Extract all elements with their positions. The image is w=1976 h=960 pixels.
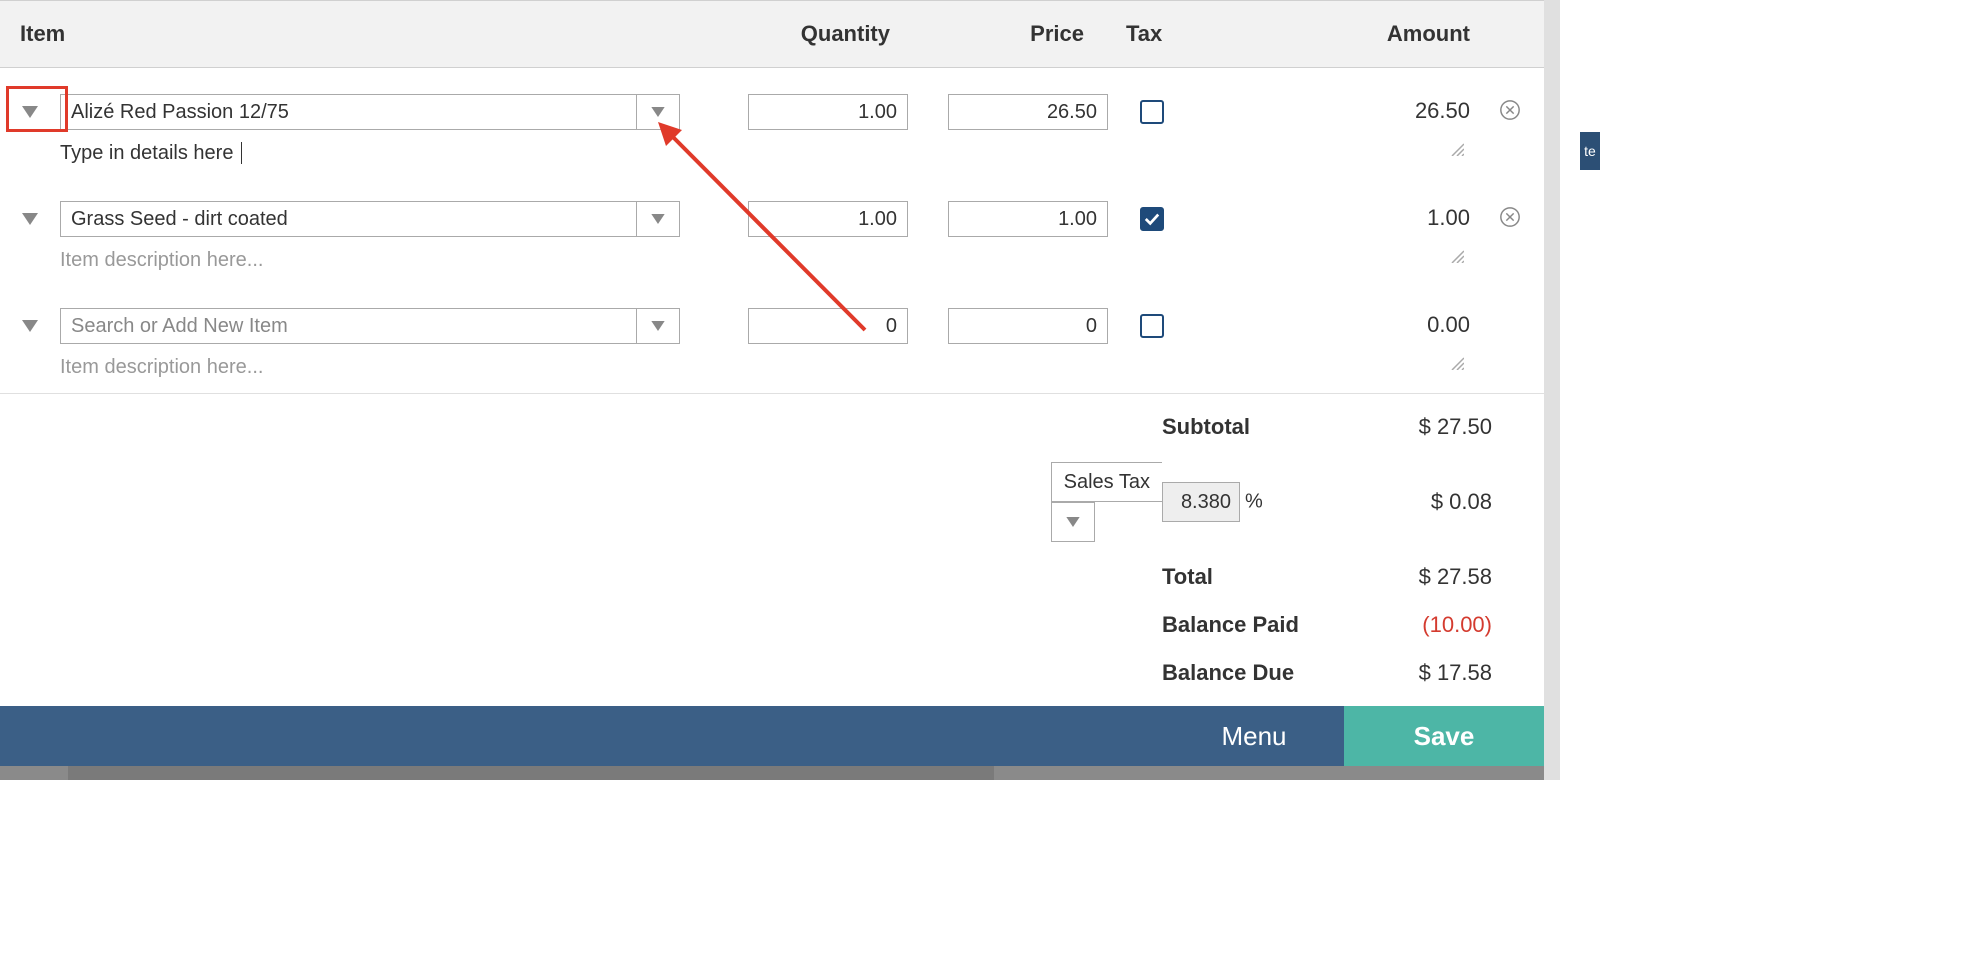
sales-tax-dropdown-button[interactable]: [1051, 502, 1095, 542]
tax-checkbox[interactable]: [1140, 100, 1164, 124]
chevron-down-icon: [651, 214, 665, 224]
balance-paid-value: (10.00): [1362, 612, 1492, 638]
header-tax: Tax: [1120, 21, 1240, 47]
line-amount: 1.00: [1240, 201, 1480, 231]
total-value: $ 27.58: [1362, 564, 1492, 590]
right-panel-tab[interactable]: te: [1580, 132, 1600, 170]
description-resize-handle[interactable]: [700, 247, 1484, 268]
triangle-down-icon: [22, 209, 38, 230]
item-dropdown-button[interactable]: [636, 94, 680, 130]
chevron-down-icon: [651, 107, 665, 117]
totals-section: Subtotal $ 27.50 Sales Tax % $ 0.08 Tota…: [0, 394, 1544, 706]
bottom-scrollbar[interactable]: [0, 766, 1544, 780]
balance-paid-label: Balance Paid: [1162, 612, 1362, 638]
tax-checkbox[interactable]: [1140, 207, 1164, 231]
tax-amount-value: $ 0.08: [1362, 489, 1492, 515]
sales-tax-dropdown[interactable]: Sales Tax: [1051, 462, 1162, 542]
delete-line-button[interactable]: [1499, 206, 1521, 233]
item-name-input[interactable]: [60, 94, 636, 130]
balance-due-value: $ 17.58: [1362, 660, 1492, 686]
item-description-input[interactable]: Item description here...: [60, 249, 263, 271]
item-name-input[interactable]: [60, 308, 636, 344]
total-label: Total: [1162, 564, 1362, 590]
header-amount: Amount: [1240, 21, 1480, 47]
line-items-header: Item Quantity Price Tax Amount: [0, 0, 1544, 68]
description-resize-handle[interactable]: [700, 354, 1484, 375]
close-circle-icon: [1499, 206, 1521, 228]
line-amount: 26.50: [1240, 94, 1480, 124]
triangle-down-icon: [22, 102, 38, 123]
price-input[interactable]: [948, 201, 1108, 237]
item-description-input[interactable]: Type in details here: [60, 142, 242, 164]
close-circle-icon: [1499, 99, 1521, 121]
chevron-down-icon: [651, 321, 665, 331]
sales-tax-selected: Sales Tax: [1051, 462, 1162, 502]
save-button[interactable]: Save: [1344, 706, 1544, 766]
subtotal-label: Subtotal: [1162, 414, 1362, 440]
expand-row-button[interactable]: [0, 94, 60, 130]
line-items: 26.50 Type in details here: [0, 68, 1544, 394]
line-description-row: Item description here...: [0, 350, 1544, 393]
header-item: Item: [0, 21, 700, 47]
line-item-row: 0.00: [0, 286, 1544, 350]
quantity-input[interactable]: [748, 201, 908, 237]
subtotal-value: $ 27.50: [1362, 414, 1492, 440]
price-input[interactable]: [948, 308, 1108, 344]
tax-rate-input: [1162, 482, 1240, 522]
percent-label: %: [1245, 491, 1263, 513]
menu-button[interactable]: Menu: [1164, 706, 1344, 766]
item-combobox[interactable]: [60, 201, 680, 237]
item-combobox[interactable]: [60, 94, 680, 130]
balance-due-label: Balance Due: [1162, 660, 1362, 686]
header-price: Price: [920, 21, 1120, 47]
item-dropdown-button[interactable]: [636, 308, 680, 344]
footer-bar: Menu Save: [0, 706, 1544, 766]
delete-line-button[interactable]: [1499, 99, 1521, 126]
triangle-down-icon: [22, 316, 38, 337]
price-input[interactable]: [948, 94, 1108, 130]
line-description-row: Type in details here: [0, 136, 1544, 179]
quantity-input[interactable]: [748, 308, 908, 344]
header-quantity: Quantity: [700, 21, 920, 47]
item-combobox[interactable]: [60, 308, 680, 344]
expand-row-button[interactable]: [0, 308, 60, 344]
quantity-input[interactable]: [748, 94, 908, 130]
line-item-row: 26.50: [0, 68, 1544, 136]
tax-checkbox[interactable]: [1140, 314, 1164, 338]
line-amount: 0.00: [1240, 308, 1480, 338]
description-resize-handle[interactable]: [700, 140, 1484, 161]
item-name-input[interactable]: [60, 201, 636, 237]
check-icon: [1144, 212, 1160, 226]
item-description-input[interactable]: Item description here...: [60, 356, 263, 378]
line-item-row: 1.00: [0, 179, 1544, 243]
line-description-row: Item description here...: [0, 243, 1544, 286]
expand-row-button[interactable]: [0, 201, 60, 237]
item-dropdown-button[interactable]: [636, 201, 680, 237]
chevron-down-icon: [1066, 517, 1080, 527]
